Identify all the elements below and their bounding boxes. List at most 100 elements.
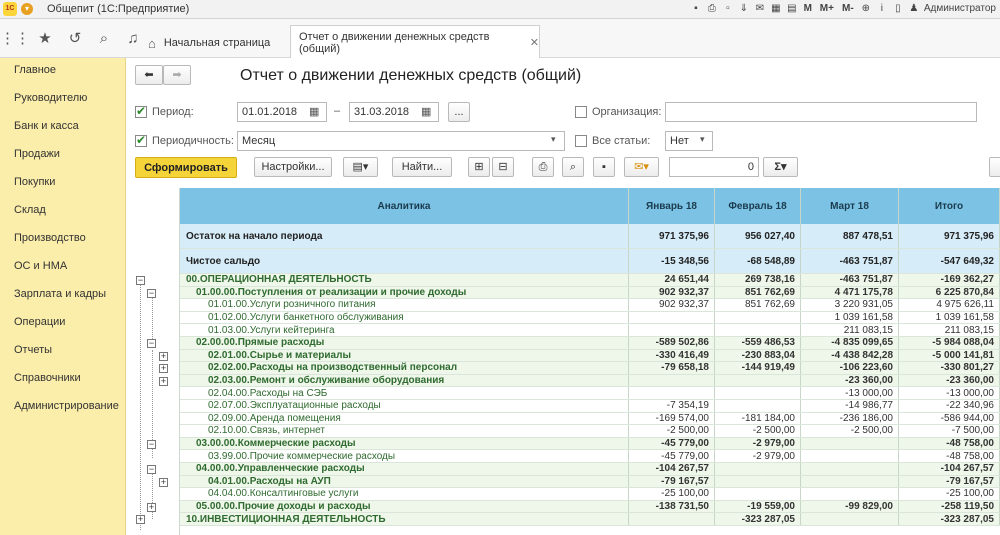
periodicity-dropdown-icon[interactable]: ▾ bbox=[551, 134, 556, 145]
tab-home[interactable]: ⌂ Начальная страница bbox=[148, 28, 270, 58]
period-choose-button[interactable]: ... bbox=[448, 102, 470, 122]
sidebar-item-reports[interactable]: Отчеты bbox=[14, 344, 52, 356]
more-button[interactable] bbox=[989, 157, 1000, 177]
table-row[interactable]: 02.01.00.Сырье и материалы -330 416,49 -23… bbox=[180, 349, 1000, 363]
periodicity-checkbox[interactable] bbox=[135, 133, 147, 147]
row-value: -230 883,04 bbox=[715, 349, 801, 362]
table-row[interactable]: 05.00.00.Прочие доходы и расходы -138 731… bbox=[180, 500, 1000, 514]
generate-button[interactable]: Сформировать bbox=[135, 157, 237, 178]
table-row[interactable]: 01.02.00.Услуги банкетного обслуживания 1… bbox=[180, 311, 1000, 325]
variants-button[interactable]: ▤▾ bbox=[343, 157, 378, 177]
sidebar-item-main[interactable]: Главное bbox=[14, 64, 56, 76]
periodicity-select[interactable]: Месяц bbox=[237, 131, 565, 151]
table-row[interactable]: 03.00.00.Коммерческие расходы -45 779,00-… bbox=[180, 437, 1000, 451]
expand-all-icon[interactable]: ⊞ bbox=[468, 157, 490, 177]
sidebar-item-manager[interactable]: Руководителю bbox=[14, 92, 87, 104]
forward-button[interactable]: ➡ bbox=[163, 65, 191, 85]
table-row[interactable]: 04.04.00.Консалтинговые услуги -25 100,00… bbox=[180, 488, 1000, 501]
table-row[interactable]: 03.99.00.Прочие коммерческие расходы -45 … bbox=[180, 450, 1000, 463]
table-row[interactable]: 02.02.00.Расходы на производственный пер… bbox=[180, 362, 1000, 375]
expand-row-icon[interactable]: + bbox=[147, 502, 156, 512]
collapse-row-icon[interactable]: − bbox=[147, 288, 156, 298]
sidebar-item-catalogs[interactable]: Справочники bbox=[14, 372, 81, 384]
expand-row-icon[interactable]: + bbox=[159, 351, 168, 361]
close-tab-icon[interactable]: ✕ bbox=[530, 36, 539, 49]
all-items-select[interactable]: Нет bbox=[665, 131, 713, 151]
sidebar-item-warehouse[interactable]: Склад bbox=[14, 204, 46, 216]
table-row[interactable]: 02.09.00.Аренда помещения -169 574,00 -181… bbox=[180, 412, 1000, 426]
date-to-calendar-icon[interactable]: ▦ bbox=[421, 105, 431, 118]
sidebar-item-assets[interactable]: ОС и НМА bbox=[14, 260, 67, 272]
collapse-row-icon[interactable]: − bbox=[147, 465, 156, 474]
organization-field[interactable] bbox=[665, 102, 977, 122]
user-icon[interactable]: ♟ bbox=[908, 2, 920, 15]
expand-row-icon[interactable]: + bbox=[159, 477, 168, 487]
table-row[interactable]: 02.00.00.Прямые расходы -589 502,86 -559 4… bbox=[180, 337, 1000, 350]
calendar-icon[interactable]: ▦ bbox=[770, 2, 782, 15]
table-row[interactable]: 02.07.00.Эксплуатационные расходы -7 354,… bbox=[180, 400, 1000, 413]
save-icon[interactable]: ▪ bbox=[593, 157, 615, 177]
find-button[interactable]: Найти... bbox=[392, 157, 452, 177]
sidebar-item-admin[interactable]: Администрирование bbox=[14, 400, 119, 412]
history-icon[interactable]: ↺ bbox=[60, 19, 90, 58]
user-name[interactable]: Администратор bbox=[924, 3, 996, 14]
table-row[interactable]: 01.01.00.Услуги розничного питания 902 93… bbox=[180, 299, 1000, 312]
table-row[interactable]: 04.01.00.Расходы на АУП -79 167,57 -79 167… bbox=[180, 475, 1000, 489]
report-spreadsheet[interactable]: Аналитика Январь 18 Февраль 18 Март 18 И… bbox=[135, 188, 1000, 535]
collapse-row-icon[interactable]: − bbox=[147, 439, 156, 449]
all-items-dropdown-icon[interactable]: ▾ bbox=[700, 134, 705, 145]
table-row[interactable]: 00.ОПЕРАЦИОННАЯ ДЕЯТЕЛЬНОСТЬ 24 651,44 269… bbox=[180, 274, 1000, 287]
organization-checkbox[interactable] bbox=[575, 106, 587, 118]
table-row[interactable]: 02.04.00.Расходы на СЭБ -13 000,00 -13 000… bbox=[180, 387, 1000, 400]
zoom-icon[interactable]: ⊕ bbox=[860, 2, 872, 15]
calculator-icon[interactable]: ▤ bbox=[786, 2, 798, 15]
sidebar-item-operations[interactable]: Операции bbox=[14, 316, 65, 328]
back-button[interactable]: ⬅ bbox=[135, 65, 163, 85]
date-from-calendar-icon[interactable]: ▦ bbox=[309, 105, 319, 118]
main-menu-icon[interactable]: ▾ bbox=[21, 3, 33, 15]
sidebar-item-purchases[interactable]: Покупки bbox=[14, 176, 55, 188]
table-row[interactable]: Остаток на начало периода 971 375,96 956 0… bbox=[180, 224, 1000, 249]
info-icon[interactable]: i bbox=[876, 2, 888, 15]
settings-button[interactable]: Настройки... bbox=[254, 157, 332, 177]
collapse-all-icon[interactable]: ⊟ bbox=[492, 157, 514, 177]
send-mail-button[interactable]: ✉▾ bbox=[624, 157, 659, 177]
mail-icon[interactable]: ✉ bbox=[754, 2, 766, 15]
collapse-row-icon[interactable]: − bbox=[147, 339, 156, 348]
sidebar-item-salary[interactable]: Зарплата и кадры bbox=[14, 288, 106, 300]
attach-icon[interactable]: ⇓ bbox=[738, 2, 750, 15]
preview-icon[interactable]: ▫ bbox=[722, 2, 734, 15]
print-icon[interactable]: ⎙ bbox=[706, 2, 718, 15]
expand-row-icon[interactable]: + bbox=[159, 376, 168, 386]
print-icon[interactable]: ⎙ bbox=[532, 157, 554, 177]
table-row[interactable]: 01.03.00.Услуги кейтеринга 211 083,15 211 … bbox=[180, 324, 1000, 337]
preview-icon[interactable]: ⌕ bbox=[562, 157, 584, 177]
memory-m-button[interactable]: M bbox=[802, 2, 814, 15]
table-row[interactable]: 02.10.00.Связь, интернет -2 500,00 -2 500,… bbox=[180, 425, 1000, 438]
table-row[interactable]: 10.ИНВЕСТИЦИОННАЯ ДЕЯТЕЛЬНОСТЬ -323 287,0… bbox=[180, 513, 1000, 526]
sum-value-field[interactable]: 0 bbox=[669, 157, 759, 177]
sections-grid-icon[interactable]: ⋮⋮ bbox=[0, 19, 30, 58]
memory-plus-button[interactable]: M+ bbox=[818, 2, 836, 15]
collapse-row-icon[interactable]: − bbox=[136, 276, 145, 285]
notification-bell-icon[interactable]: ♫ bbox=[118, 19, 148, 58]
sidebar-item-sales[interactable]: Продажи bbox=[14, 148, 60, 160]
memory-minus-button[interactable]: M- bbox=[840, 2, 856, 15]
all-items-checkbox[interactable] bbox=[575, 135, 587, 147]
sum-button[interactable]: Σ▾ bbox=[763, 157, 798, 177]
favorites-star-icon[interactable]: ★ bbox=[30, 19, 60, 58]
expand-row-icon[interactable]: + bbox=[136, 515, 145, 525]
table-row[interactable]: 01.00.00.Поступления от реализации и про… bbox=[180, 286, 1000, 300]
expand-row-icon[interactable]: + bbox=[159, 364, 168, 374]
search-icon[interactable]: ⌕ bbox=[89, 19, 119, 58]
panels-icon[interactable]: ▯ bbox=[892, 2, 904, 15]
table-row[interactable]: 04.00.00.Управленческие расходы -104 267,… bbox=[180, 463, 1000, 476]
sidebar-item-bank[interactable]: Банк и касса bbox=[14, 120, 79, 132]
sidebar-item-production[interactable]: Производство bbox=[14, 232, 86, 244]
tab-report[interactable]: Отчет о движении денежных средств (общий… bbox=[290, 25, 540, 59]
period-checkbox[interactable] bbox=[135, 104, 147, 118]
row-value: -68 548,89 bbox=[715, 249, 801, 273]
table-row[interactable]: Чистое сальдо -15 348,56 -68 548,89 -463 75… bbox=[180, 249, 1000, 274]
save-icon[interactable]: ▪ bbox=[690, 2, 702, 15]
table-row[interactable]: 02.03.00.Ремонт и обслуживание оборудова… bbox=[180, 374, 1000, 388]
